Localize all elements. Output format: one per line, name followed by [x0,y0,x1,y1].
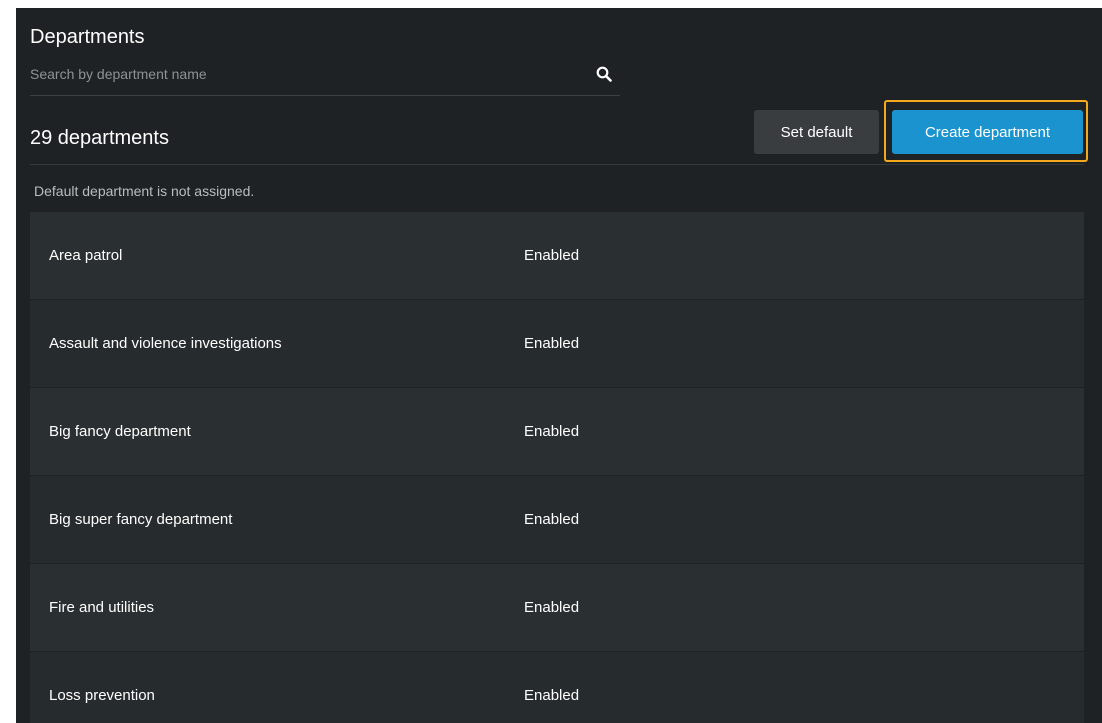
department-status: Enabled [524,423,580,440]
department-status: Enabled [524,335,580,352]
divider [30,164,1084,165]
department-status: Enabled [524,247,580,264]
department-row[interactable]: Loss prevention Enabled [30,651,1084,723]
department-name: Assault and violence investigations [49,335,282,352]
department-row[interactable]: Area patrol Enabled [30,211,1084,299]
department-name: Big fancy department [49,423,191,440]
search-icon[interactable] [596,66,612,82]
department-count: 29 departments [30,127,169,149]
department-row[interactable]: Assault and violence investigations Enab… [30,299,1084,387]
page-title: Departments [30,26,145,48]
create-department-button[interactable]: Create department [892,110,1083,154]
department-list: Area patrol Enabled Assault and violence… [30,211,1084,723]
department-name: Fire and utilities [49,599,155,616]
department-name: Big super fancy department [49,511,233,528]
department-name: Area patrol [49,247,123,264]
search-field [30,63,620,96]
department-name: Loss prevention [49,687,155,704]
department-row[interactable]: Big fancy department Enabled [30,387,1084,475]
set-default-button[interactable]: Set default [754,110,879,154]
department-row[interactable]: Big super fancy department Enabled [30,475,1084,563]
department-status: Enabled [524,687,580,704]
department-status: Enabled [524,599,580,616]
default-department-notice: Default department is not assigned. [34,183,255,199]
department-row[interactable]: Fire and utilities Enabled [30,563,1084,651]
departments-panel: Departments 29 departments Set default C… [16,8,1102,723]
search-input[interactable] [30,63,580,85]
department-status: Enabled [524,511,580,528]
